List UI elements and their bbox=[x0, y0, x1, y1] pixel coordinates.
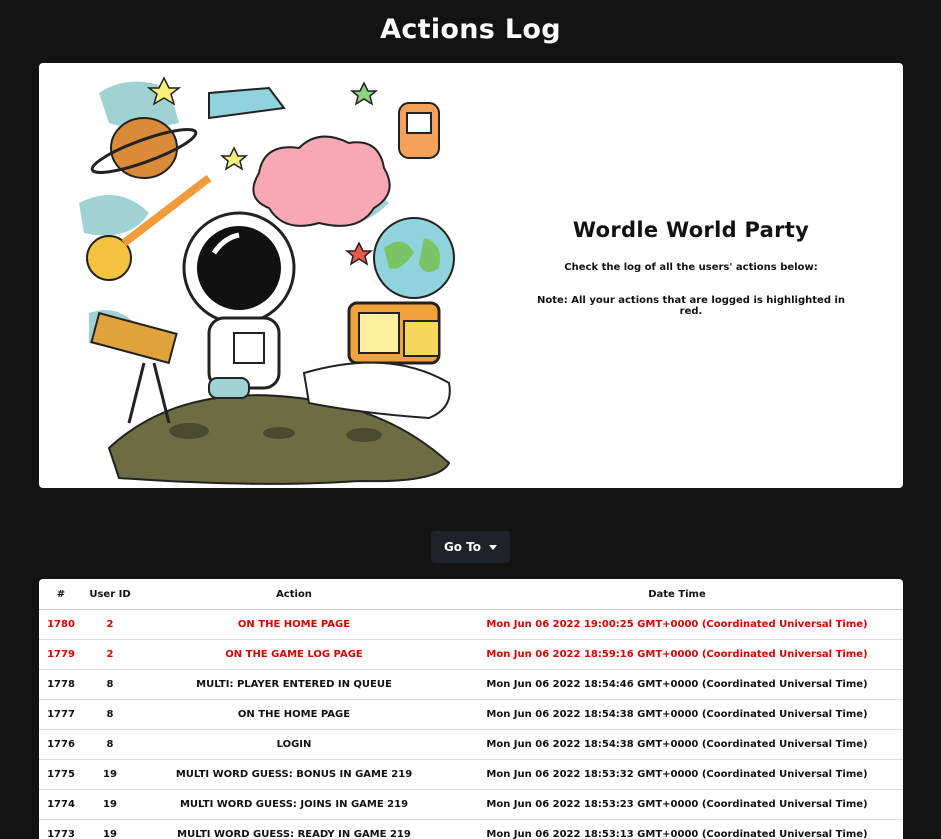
table-row: 1780 2 ON THE HOME PAGE Mon Jun 06 2022 … bbox=[39, 610, 903, 640]
cell-action: MULTI WORD GUESS: JOINS IN GAME 219 bbox=[137, 790, 451, 820]
cell-time: Mon Jun 06 2022 18:53:32 GMT+0000 (Coord… bbox=[451, 760, 903, 790]
table-row: 1775 19 MULTI WORD GUESS: BONUS IN GAME … bbox=[39, 760, 903, 790]
cell-action: MULTI WORD GUESS: BONUS IN GAME 219 bbox=[137, 760, 451, 790]
cell-user: 8 bbox=[83, 700, 137, 730]
cell-user: 2 bbox=[83, 640, 137, 670]
hero-text: Wordle World Party Check the log of all … bbox=[531, 218, 851, 317]
header-date-time: Date Time bbox=[451, 579, 903, 610]
table-row: 1777 8 ON THE HOME PAGE Mon Jun 06 2022 … bbox=[39, 700, 903, 730]
page-title: Actions Log bbox=[0, 0, 941, 50]
header-action: Action bbox=[137, 579, 451, 610]
hero-card: Wordle World Party Check the log of all … bbox=[39, 63, 903, 488]
table-row: 1779 2 ON THE GAME LOG PAGE Mon Jun 06 2… bbox=[39, 640, 903, 670]
header-user-id: User ID bbox=[83, 579, 137, 610]
goto-dropdown-button[interactable]: Go To bbox=[431, 531, 510, 563]
cell-action: MULTI WORD GUESS: READY IN GAME 219 bbox=[137, 820, 451, 839]
table-row: 1776 8 LOGIN Mon Jun 06 2022 18:54:38 GM… bbox=[39, 730, 903, 760]
cell-action: ON THE HOME PAGE bbox=[137, 700, 451, 730]
table-header-row: # User ID Action Date Time bbox=[39, 579, 903, 610]
table-row: 1773 19 MULTI WORD GUESS: READY IN GAME … bbox=[39, 820, 903, 839]
cell-time: Mon Jun 06 2022 18:54:38 GMT+0000 (Coord… bbox=[451, 700, 903, 730]
cell-time: Mon Jun 06 2022 18:53:13 GMT+0000 (Coord… bbox=[451, 820, 903, 839]
cell-action: ON THE GAME LOG PAGE bbox=[137, 640, 451, 670]
header-number: # bbox=[39, 579, 83, 610]
cell-user: 2 bbox=[83, 610, 137, 640]
cell-id: 1777 bbox=[39, 700, 83, 730]
actions-table: # User ID Action Date Time 1780 2 ON THE… bbox=[39, 579, 903, 839]
table-row: 1778 8 MULTI: PLAYER ENTERED IN QUEUE Mo… bbox=[39, 670, 903, 700]
cell-id: 1775 bbox=[39, 760, 83, 790]
cell-action: LOGIN bbox=[137, 730, 451, 760]
cell-id: 1774 bbox=[39, 790, 83, 820]
cell-action: MULTI: PLAYER ENTERED IN QUEUE bbox=[137, 670, 451, 700]
cell-id: 1778 bbox=[39, 670, 83, 700]
hero-heading: Wordle World Party bbox=[531, 218, 851, 242]
astronaut-illustration bbox=[59, 63, 489, 488]
cell-user: 19 bbox=[83, 760, 137, 790]
goto-label: Go To bbox=[444, 540, 481, 554]
cell-time: Mon Jun 06 2022 18:54:38 GMT+0000 (Coord… bbox=[451, 730, 903, 760]
cell-id: 1773 bbox=[39, 820, 83, 839]
cell-time: Mon Jun 06 2022 19:00:25 GMT+0000 (Coord… bbox=[451, 610, 903, 640]
hero-note: Note: All your actions that are logged i… bbox=[531, 295, 851, 317]
cell-user: 19 bbox=[83, 820, 137, 839]
cell-user: 19 bbox=[83, 790, 137, 820]
table-row: 1774 19 MULTI WORD GUESS: JOINS IN GAME … bbox=[39, 790, 903, 820]
cell-user: 8 bbox=[83, 730, 137, 760]
cell-time: Mon Jun 06 2022 18:59:16 GMT+0000 (Coord… bbox=[451, 640, 903, 670]
actions-table-card: # User ID Action Date Time 1780 2 ON THE… bbox=[39, 579, 903, 839]
hero-subtitle: Check the log of all the users' actions … bbox=[531, 262, 851, 273]
cell-id: 1776 bbox=[39, 730, 83, 760]
cell-time: Mon Jun 06 2022 18:54:46 GMT+0000 (Coord… bbox=[451, 670, 903, 700]
cell-user: 8 bbox=[83, 670, 137, 700]
cell-id: 1779 bbox=[39, 640, 83, 670]
cell-action: ON THE HOME PAGE bbox=[137, 610, 451, 640]
cell-id: 1780 bbox=[39, 610, 83, 640]
caret-down-icon bbox=[489, 545, 497, 550]
cell-time: Mon Jun 06 2022 18:53:23 GMT+0000 (Coord… bbox=[451, 790, 903, 820]
goto-wrapper: Go To bbox=[0, 531, 941, 563]
